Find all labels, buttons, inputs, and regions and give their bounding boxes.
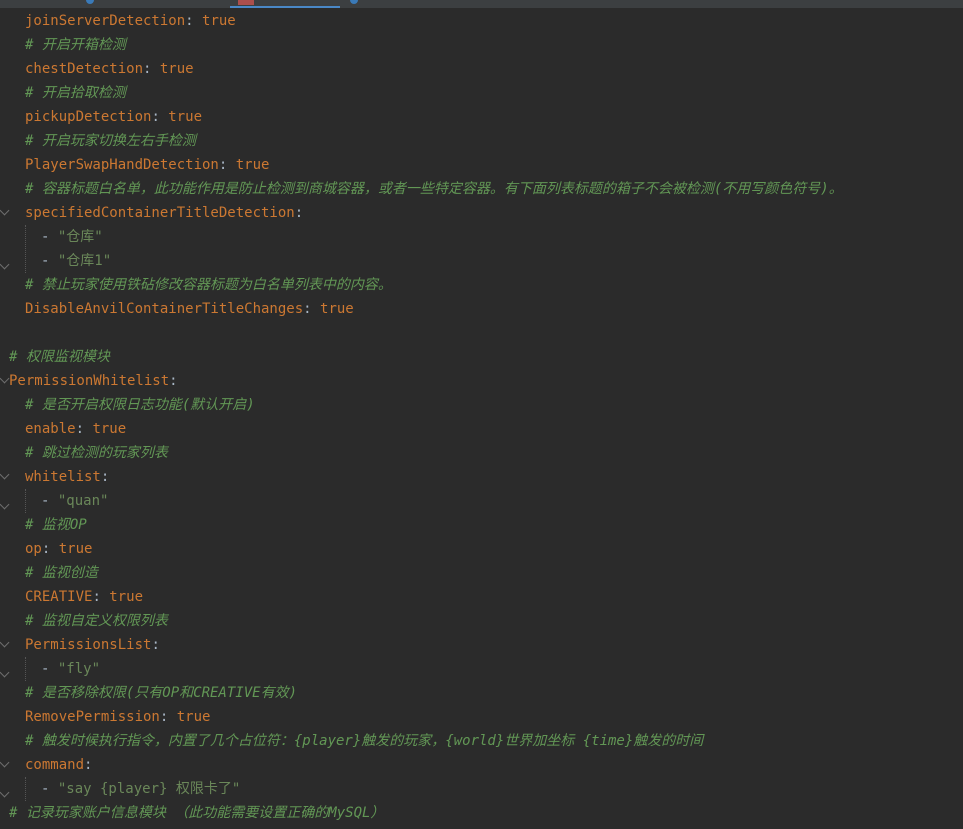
yaml-comment: # 是否开启权限日志功能(默认开启) <box>25 397 255 413</box>
yaml-value: true <box>235 157 270 173</box>
fold-arrow-icon[interactable] <box>0 637 10 648</box>
code-line[interactable]: enable: true <box>25 417 126 441</box>
code-line[interactable]: # 记录玩家账户信息模块 （此功能需要设置正确的MySQL） <box>9 801 384 825</box>
code-line[interactable]: # 权限监视模块 <box>9 345 110 369</box>
yaml-key: PermissionsList <box>25 637 152 653</box>
yaml-key: enable <box>25 421 76 437</box>
yaml-comment: # 开启玩家切换左右手检测 <box>25 133 196 149</box>
fold-arrow-icon[interactable] <box>0 205 10 216</box>
code-line[interactable]: PermissionsList: <box>25 633 160 657</box>
yaml-key: joinServerDetection <box>25 13 186 29</box>
yaml-value: true <box>202 13 236 29</box>
yaml-key: whitelist <box>25 469 101 485</box>
fold-end-icon[interactable] <box>0 499 10 510</box>
yaml-key: RemovePermission <box>25 709 160 725</box>
yaml-comment: # 开启拾取检测 <box>25 85 126 101</box>
code-line[interactable]: - "仓库1" <box>41 249 111 273</box>
yaml-key: pickupDetection <box>25 109 152 125</box>
indent-guide <box>25 777 26 801</box>
file-type-icon <box>350 0 358 4</box>
fold-end-icon[interactable] <box>0 667 10 678</box>
yaml-key: specifiedContainerTitleDetection <box>25 205 295 221</box>
code-line[interactable]: PlayerSwapHandDetection: true <box>25 153 269 177</box>
code-editor[interactable]: joinServerDetection: true # 开启开箱检测 chestDe… <box>0 9 963 829</box>
code-line[interactable]: # 触发时候执行指令，内置了几个占位符：{player}触发的玩家，{world… <box>25 729 703 753</box>
yaml-value: true <box>58 541 93 557</box>
code-line[interactable]: whitelist: <box>25 465 109 489</box>
fold-end-icon[interactable] <box>0 787 10 798</box>
active-tab-indicator <box>230 6 340 8</box>
yaml-comment: # 监视创造 <box>25 565 98 581</box>
fold-arrow-icon[interactable] <box>0 469 10 480</box>
code-line[interactable]: # 监视自定义权限列表 <box>25 609 168 633</box>
code-line[interactable]: # 容器标题白名单，此功能作用是防止检测到商城容器，或者一些特定容器。有下面列表… <box>25 177 843 201</box>
code-line[interactable]: CREATIVE: true <box>25 585 143 609</box>
yaml-key: PlayerSwapHandDetection <box>25 157 219 173</box>
code-line[interactable]: # 监视创造 <box>25 561 98 585</box>
yaml-value: true <box>176 709 211 725</box>
indent-guide <box>25 225 26 273</box>
code-line[interactable]: - "say {player} 权限卡了" <box>41 777 240 801</box>
yaml-key: DisableAnvilContainerTitleChanges <box>25 301 304 317</box>
yaml-comment: # 监视自定义权限列表 <box>25 613 168 629</box>
yaml-list-item: "say {player} 权限卡了" <box>57 781 241 797</box>
code-line[interactable]: # 是否开启权限日志功能(默认开启) <box>25 393 255 417</box>
editor-tab-bar[interactable] <box>0 0 963 8</box>
code-line[interactable]: DisableAnvilContainerTitleChanges: true <box>25 297 354 321</box>
code-line[interactable]: chestDetection: true <box>25 57 194 81</box>
yaml-list-item: "fly" <box>57 661 101 677</box>
code-line[interactable]: # 跳过检测的玩家列表 <box>25 441 168 465</box>
yaml-list-item: "仓库" <box>57 229 103 245</box>
yaml-value: true <box>92 421 127 437</box>
fold-end-icon[interactable] <box>0 259 10 270</box>
indent-guide <box>25 489 26 513</box>
yaml-value: true <box>109 589 144 605</box>
code-line[interactable]: # 监视OP <box>25 513 87 537</box>
yaml-list-item: "quan" <box>57 493 109 509</box>
yaml-key: chestDetection <box>25 61 144 77</box>
code-line[interactable]: # 禁止玩家使用铁砧修改容器标题为白名单列表中的内容。 <box>25 273 392 297</box>
yaml-comment: # 跳过检测的玩家列表 <box>25 445 168 461</box>
yaml-value: true <box>168 109 203 125</box>
yaml-comment: # 监视OP <box>25 517 87 533</box>
code-line[interactable]: - "仓库" <box>41 225 103 249</box>
code-line[interactable]: - "quan" <box>41 489 108 513</box>
file-type-icon <box>86 0 94 4</box>
yaml-comment: # 禁止玩家使用铁砧修改容器标题为白名单列表中的内容。 <box>25 277 392 293</box>
yaml-comment: # 记录玩家账户信息模块 （此功能需要设置正确的MySQL） <box>9 805 385 821</box>
code-line[interactable]: # 开启开箱检测 <box>25 33 126 57</box>
yaml-comment: # 触发时候执行指令，内置了几个占位符：{player}触发的玩家，{world… <box>25 733 704 749</box>
code-line[interactable]: RemovePermission: true <box>25 705 210 729</box>
indent-guide <box>25 657 26 681</box>
yaml-key: CREATIVE <box>25 589 93 605</box>
code-line[interactable]: specifiedContainerTitleDetection: <box>25 201 303 225</box>
yaml-list-item: "仓库1" <box>57 253 112 269</box>
yaml-key: command <box>25 757 85 773</box>
yaml-key: op <box>25 541 42 557</box>
yaml-value: true <box>159 61 194 77</box>
fold-arrow-icon[interactable] <box>0 757 10 768</box>
yaml-value: true <box>320 301 354 317</box>
yaml-comment: # 是否移除权限(只有OP和CREATIVE有效) <box>25 685 298 701</box>
code-line[interactable]: - "fly" <box>41 657 100 681</box>
code-line[interactable]: pickupDetection: true <box>25 105 202 129</box>
yaml-comment: # 容器标题白名单，此功能作用是防止检测到商城容器，或者一些特定容器。有下面列表… <box>25 181 843 197</box>
code-line[interactable]: op: true <box>25 537 92 561</box>
code-line[interactable]: joinServerDetection: true <box>25 9 236 33</box>
yaml-key: PermissionWhitelist <box>9 373 170 389</box>
code-line[interactable]: command: <box>25 753 92 777</box>
code-line[interactable]: # 是否移除权限(只有OP和CREATIVE有效) <box>25 681 297 705</box>
yaml-comment: # 权限监视模块 <box>9 349 110 365</box>
yaml-comment: # 开启开箱检测 <box>25 37 126 53</box>
yaml-file-icon <box>238 0 254 5</box>
code-line[interactable]: # 开启玩家切换左右手检测 <box>25 129 196 153</box>
code-line[interactable]: PermissionWhitelist: <box>9 369 178 393</box>
code-line[interactable]: # 开启拾取检测 <box>25 81 126 105</box>
